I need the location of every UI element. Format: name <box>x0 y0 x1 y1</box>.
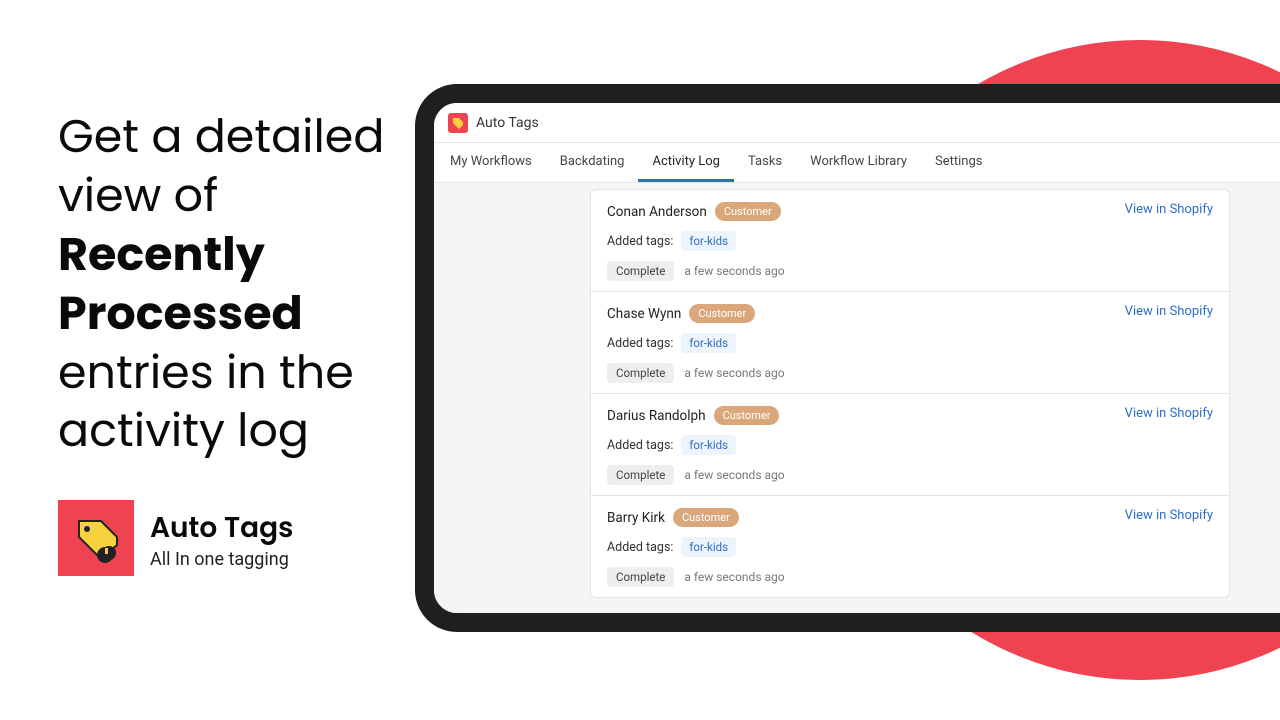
app-header: Auto Tags by Leap App <box>434 103 1280 143</box>
brand-app-icon <box>58 500 134 576</box>
tab-bar: My Workflows Backdating Activity Log Tas… <box>434 143 1280 183</box>
view-in-shopify-link[interactable]: View in Shopify <box>1125 202 1213 217</box>
app-title: Auto Tags <box>476 115 539 131</box>
tab-label: Workflow Library <box>810 154 907 169</box>
entry-name: Conan Anderson <box>607 204 707 220</box>
added-tags-label: Added tags: <box>607 438 673 453</box>
customer-badge: Customer <box>673 508 739 527</box>
added-tags-label: Added tags: <box>607 234 673 249</box>
entry-name: Chase Wynn <box>607 306 681 322</box>
brand-block: Auto Tags All In one tagging <box>58 500 293 576</box>
time-ago: a few seconds ago <box>684 468 784 482</box>
activity-entry: Darius Randolph Customer View in Shopify… <box>591 394 1229 496</box>
tag-chip: for-kids <box>681 231 736 251</box>
tab-backdating[interactable]: Backdating <box>546 143 639 182</box>
tab-settings[interactable]: Settings <box>921 143 996 182</box>
tab-label: Backdating <box>560 154 625 169</box>
activity-entry: Conan Anderson Customer View in Shopify … <box>591 190 1229 292</box>
view-in-shopify-link[interactable]: View in Shopify <box>1125 304 1213 319</box>
tab-activity-log[interactable]: Activity Log <box>638 143 734 182</box>
tab-label: Activity Log <box>652 154 720 169</box>
tag-chip: for-kids <box>681 435 736 455</box>
brand-text: Auto Tags All In one tagging <box>150 507 293 570</box>
entry-name: Darius Randolph <box>607 408 706 424</box>
headline-part1: Get a detailed view of <box>58 105 384 228</box>
added-tags-label: Added tags: <box>607 540 673 555</box>
brand-tagline: All In one tagging <box>150 549 293 570</box>
time-ago: a few seconds ago <box>684 264 784 278</box>
device-frame: Auto Tags by Leap App My Workflows Backd… <box>415 84 1280 632</box>
customer-badge: Customer <box>715 202 781 221</box>
tag-chip: for-kids <box>681 537 736 557</box>
view-in-shopify-link[interactable]: View in Shopify <box>1125 508 1213 523</box>
status-pill: Complete <box>607 363 674 383</box>
customer-badge: Customer <box>714 406 780 425</box>
app-window: Auto Tags by Leap App My Workflows Backd… <box>434 103 1280 613</box>
entry-name: Barry Kirk <box>607 510 665 526</box>
view-in-shopify-link[interactable]: View in Shopify <box>1125 406 1213 421</box>
marketing-copy: Get a detailed view of Recently Processe… <box>58 108 398 461</box>
added-tags-label: Added tags: <box>607 336 673 351</box>
time-ago: a few seconds ago <box>684 366 784 380</box>
tab-label: Settings <box>935 154 982 169</box>
tab-label: My Workflows <box>450 154 532 169</box>
status-pill: Complete <box>607 261 674 281</box>
tab-my-workflows[interactable]: My Workflows <box>436 143 546 182</box>
tag-chip: for-kids <box>681 333 736 353</box>
customer-badge: Customer <box>689 304 755 323</box>
activity-entry: Chase Wynn Customer View in Shopify Adde… <box>591 292 1229 394</box>
headline-bold: Recently Processed <box>58 223 303 346</box>
tab-label: Tasks <box>748 154 782 169</box>
headline-part3: entries in the activity log <box>58 341 354 464</box>
activity-entry: Barry Kirk Customer View in Shopify Adde… <box>591 496 1229 597</box>
time-ago: a few seconds ago <box>684 570 784 584</box>
tab-workflow-library[interactable]: Workflow Library <box>796 143 921 182</box>
app-logo-icon <box>448 113 468 133</box>
brand-name: Auto Tags <box>150 507 293 549</box>
status-pill: Complete <box>607 567 674 587</box>
tab-tasks[interactable]: Tasks <box>734 143 796 182</box>
headline: Get a detailed view of Recently Processe… <box>58 108 398 461</box>
activity-log-list: Conan Anderson Customer View in Shopify … <box>590 189 1230 598</box>
status-pill: Complete <box>607 465 674 485</box>
